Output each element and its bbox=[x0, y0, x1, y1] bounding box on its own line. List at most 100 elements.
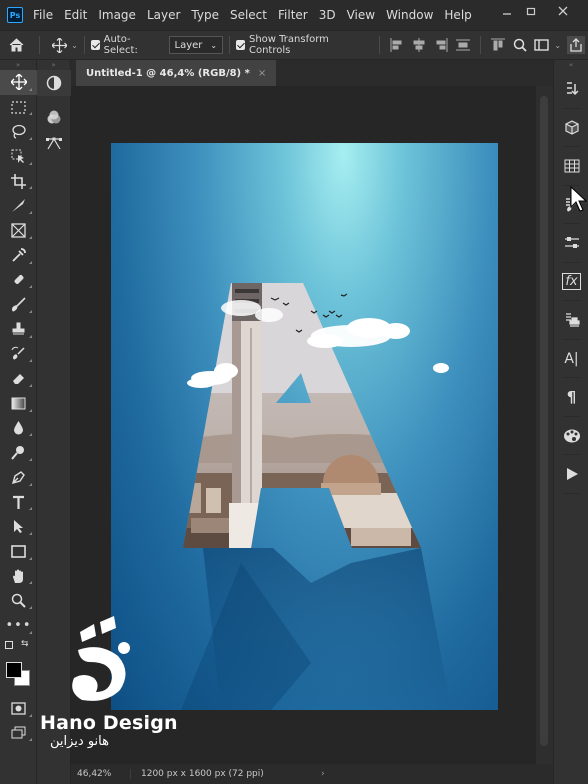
screen-mode-icon bbox=[11, 726, 26, 739]
divider bbox=[229, 36, 231, 54]
paths-panel-button[interactable] bbox=[37, 130, 71, 156]
align-top-icon[interactable] bbox=[490, 36, 506, 54]
actions-panel-button[interactable] bbox=[554, 455, 588, 494]
color-panel-button[interactable] bbox=[37, 70, 71, 96]
restore-icon[interactable] bbox=[517, 0, 545, 22]
stamp-icon bbox=[12, 322, 25, 335]
rectangle-tool[interactable] bbox=[0, 539, 37, 564]
crop-icon bbox=[11, 173, 26, 189]
libraries-panel-button[interactable] bbox=[554, 301, 588, 340]
auto-select-checkbox[interactable] bbox=[90, 40, 100, 50]
history-panel-button[interactable] bbox=[554, 70, 588, 109]
menu-type[interactable]: Type bbox=[191, 8, 219, 22]
status-menu-arrow-icon[interactable]: › bbox=[321, 769, 325, 779]
3d-icon bbox=[564, 120, 579, 135]
eyedropper-tool[interactable] bbox=[0, 243, 37, 268]
show-transform-label: Show Transform Controls bbox=[248, 34, 329, 56]
blur-tool[interactable] bbox=[0, 416, 37, 441]
screen-mode-button[interactable] bbox=[0, 721, 37, 746]
lasso-icon bbox=[12, 125, 26, 139]
channels-panel-button[interactable] bbox=[37, 104, 71, 130]
more-tools-button[interactable]: ••• bbox=[0, 613, 37, 638]
slice-tool[interactable] bbox=[0, 193, 37, 218]
foreground-color-swatch[interactable] bbox=[6, 661, 22, 678]
eyedropper-icon bbox=[12, 247, 26, 262]
character-panel-button[interactable]: A| bbox=[554, 340, 588, 379]
menu-select[interactable]: Select bbox=[230, 8, 267, 22]
menu-filter[interactable]: Filter bbox=[278, 8, 308, 22]
healing-brush-tool[interactable] bbox=[0, 268, 37, 293]
move-tool-preset[interactable]: ⌄ bbox=[52, 37, 78, 53]
hand-icon bbox=[13, 569, 23, 583]
scrollbar-thumb[interactable] bbox=[540, 96, 548, 746]
gradient-tool[interactable] bbox=[0, 391, 37, 416]
frame-tool[interactable] bbox=[0, 218, 37, 243]
panel-grip[interactable]: » bbox=[37, 60, 70, 70]
menu-image[interactable]: Image bbox=[98, 8, 136, 22]
adjustments-panel-button[interactable] bbox=[554, 224, 588, 263]
hand-tool[interactable] bbox=[0, 564, 37, 589]
default-colors-icon[interactable] bbox=[5, 640, 13, 649]
menu-help[interactable]: Help bbox=[444, 8, 471, 22]
panel-grip[interactable]: « bbox=[554, 60, 588, 70]
menu-file[interactable]: File bbox=[33, 8, 53, 22]
home-icon[interactable] bbox=[0, 38, 33, 52]
eraser-tool[interactable] bbox=[0, 366, 37, 391]
align-center-icon[interactable] bbox=[411, 36, 427, 54]
move-tool[interactable] bbox=[0, 70, 37, 95]
path-select-tool[interactable] bbox=[0, 514, 37, 539]
watermark-name: Hano Design bbox=[40, 712, 178, 734]
3d-panel-button[interactable] bbox=[554, 109, 588, 148]
workspace-icon[interactable] bbox=[534, 36, 550, 54]
align-left-icon[interactable] bbox=[388, 36, 404, 54]
history-brush-tool[interactable] bbox=[0, 342, 37, 367]
vertical-scrollbar[interactable] bbox=[536, 86, 553, 764]
document-tab-title: Untitled-1 @ 46,4% (RGB/8) * bbox=[86, 67, 250, 79]
rectangle-icon bbox=[11, 545, 26, 558]
history-icon bbox=[566, 82, 579, 96]
document-tab[interactable]: Untitled-1 @ 46,4% (RGB/8) * × bbox=[76, 60, 277, 86]
object-select-icon bbox=[11, 149, 24, 163]
brush-tool[interactable] bbox=[0, 292, 37, 317]
photoshop-logo-icon[interactable]: Ps bbox=[7, 7, 23, 23]
type-tool[interactable] bbox=[0, 490, 37, 515]
align-right-icon[interactable] bbox=[433, 36, 449, 54]
marquee-tool[interactable] bbox=[0, 95, 37, 120]
pen-icon bbox=[11, 470, 25, 484]
menu-window[interactable]: Window bbox=[386, 8, 433, 22]
frame-icon bbox=[11, 223, 26, 238]
search-icon[interactable] bbox=[512, 36, 528, 54]
zoom-tool[interactable] bbox=[0, 588, 37, 613]
menu-3d[interactable]: 3D bbox=[319, 8, 336, 22]
paragraph-panel-button[interactable]: ¶ bbox=[554, 378, 588, 417]
status-bar: 46,42% 1200 px x 1600 px (72 ppi) › bbox=[71, 764, 553, 784]
menu-view[interactable]: View bbox=[347, 8, 375, 22]
color-panel-button[interactable] bbox=[554, 417, 588, 456]
document-canvas[interactable] bbox=[111, 143, 498, 710]
stamp-tool[interactable] bbox=[0, 317, 37, 342]
pen-tool[interactable] bbox=[0, 465, 37, 490]
chevron-down-icon[interactable]: ⌄ bbox=[554, 41, 561, 50]
zoom-level[interactable]: 46,42% bbox=[71, 769, 131, 779]
mouse-cursor-icon bbox=[570, 186, 588, 212]
auto-select-target-dropdown[interactable]: Layer ⌄ bbox=[168, 36, 224, 54]
menu-edit[interactable]: Edit bbox=[64, 8, 87, 22]
crop-tool[interactable] bbox=[0, 169, 37, 194]
close-icon[interactable] bbox=[549, 0, 577, 22]
swatches-panel-button[interactable] bbox=[554, 147, 588, 186]
gradient-icon bbox=[11, 397, 26, 410]
distribute-icon[interactable] bbox=[455, 36, 471, 54]
swap-colors-icon[interactable]: ⇆ bbox=[21, 639, 29, 649]
document-info: 1200 px x 1600 px (72 ppi) bbox=[141, 769, 264, 779]
share-icon[interactable] bbox=[567, 36, 585, 54]
close-tab-icon[interactable]: × bbox=[258, 68, 266, 79]
lasso-tool[interactable] bbox=[0, 119, 37, 144]
menu-layer[interactable]: Layer bbox=[147, 8, 180, 22]
panel-grip[interactable]: » bbox=[0, 60, 36, 70]
show-transform-checkbox[interactable] bbox=[236, 40, 245, 50]
object-select-tool[interactable] bbox=[0, 144, 37, 169]
styles-panel-button[interactable]: fx bbox=[554, 263, 588, 302]
document-tab-bar: Untitled-1 @ 46,4% (RGB/8) * × bbox=[71, 60, 553, 86]
quick-mask-button[interactable] bbox=[0, 696, 37, 721]
dodge-tool[interactable] bbox=[0, 440, 37, 465]
